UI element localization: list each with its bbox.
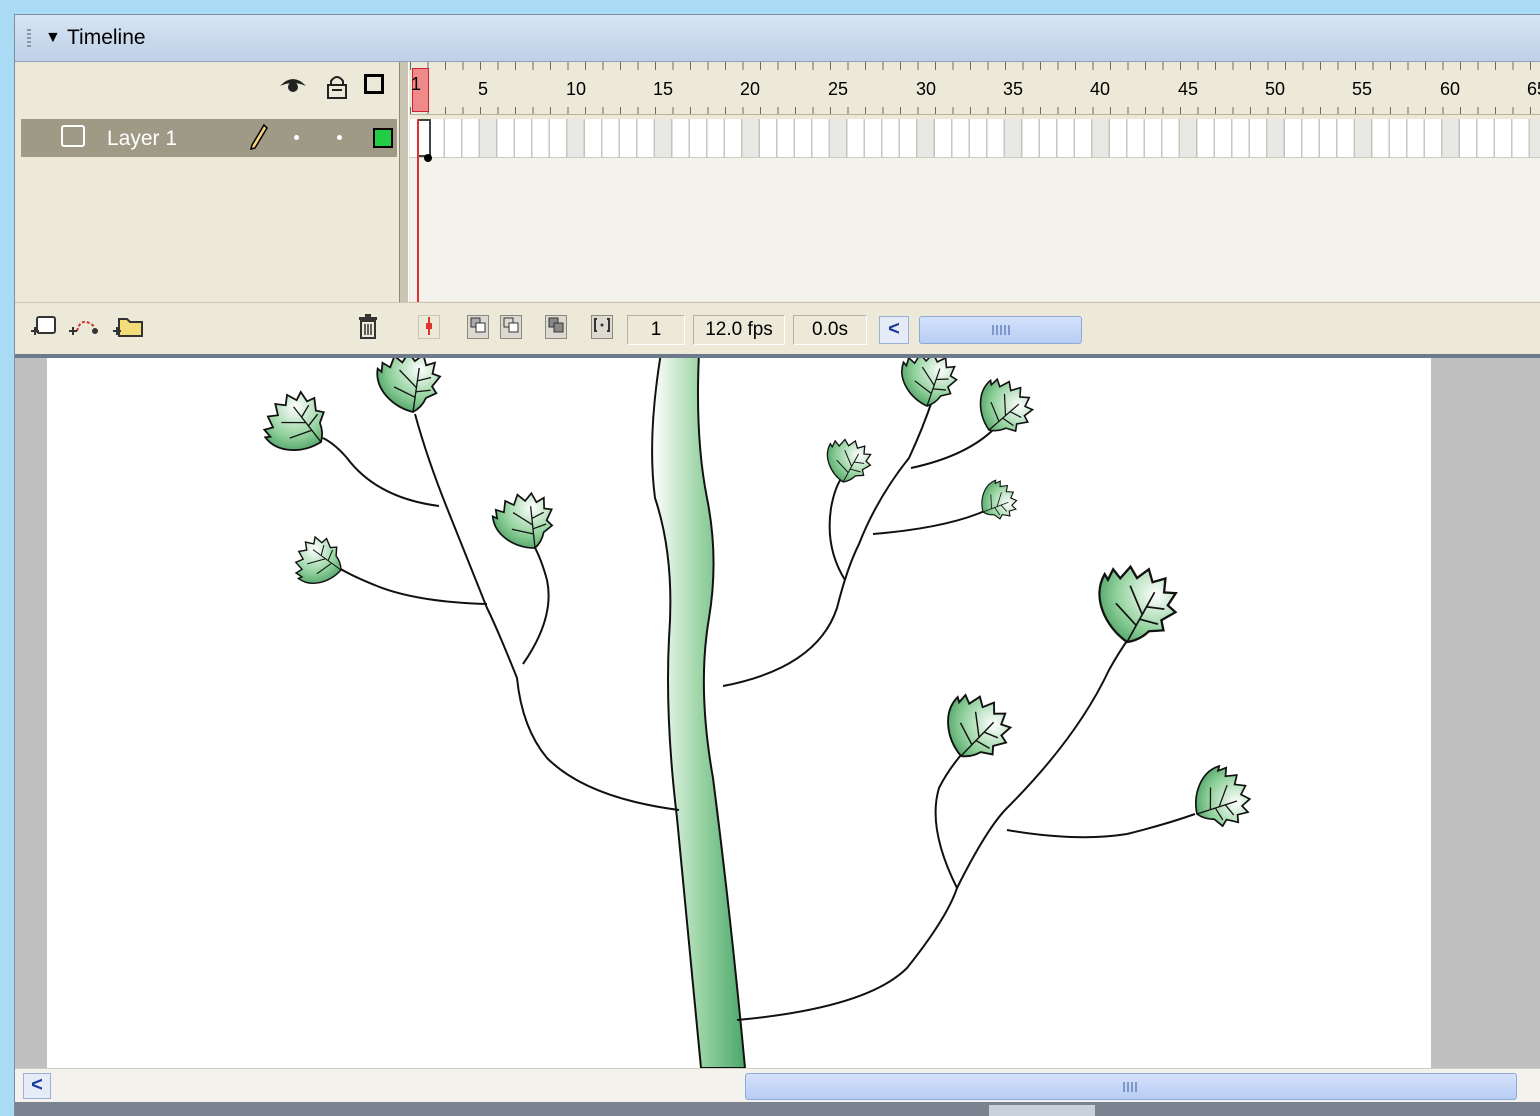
keyframe-1[interactable] (417, 119, 431, 157)
current-frame-field: 1 (627, 315, 685, 345)
ruler-label: 30 (915, 79, 937, 99)
ruler-label: 45 (1177, 79, 1199, 99)
panel-collapse-tab[interactable] (989, 1105, 1095, 1116)
keyframe-dot (424, 154, 432, 162)
ruler-label: 60 (1439, 79, 1461, 99)
layer-row[interactable]: Layer 1 (21, 119, 397, 157)
ruler-label: 5 (477, 79, 489, 99)
ruler-label: 15 (652, 79, 674, 99)
layer-icon (61, 125, 85, 147)
modify-onion-markers-icon[interactable] (591, 315, 613, 339)
stage-canvas[interactable] (47, 358, 1431, 1068)
timeline-window: ▼ Timeline Layer 1 1 5 10 15 20 25 30 35… (14, 14, 1540, 1116)
tree-drawing (253, 358, 1261, 1068)
pencil-icon (249, 123, 269, 158)
ruler-label: 65 (1526, 79, 1540, 99)
playhead-line[interactable] (417, 119, 419, 302)
frames-empty-area (410, 158, 1540, 301)
lock-dot[interactable] (337, 135, 342, 140)
ruler-label: 35 (1002, 79, 1024, 99)
onion-skin-icon[interactable] (467, 315, 489, 339)
ruler-label: 50 (1264, 79, 1286, 99)
ruler-label: 25 (827, 79, 849, 99)
timeline-scroll-left-button[interactable]: < (879, 316, 909, 344)
visibility-dot[interactable] (294, 135, 299, 140)
ruler-label: 55 (1351, 79, 1373, 99)
timeline-scroll-thumb[interactable] (919, 316, 1082, 344)
timeline-controls: 1 12.0 fps 0.0s < (15, 302, 1540, 355)
elapsed-time-field: 0.0s (793, 315, 867, 345)
eye-icon[interactable] (278, 74, 308, 102)
scroll-grip-icon (1123, 1082, 1137, 1092)
frame-row-layer-1[interactable] (410, 119, 1540, 158)
onion-skin-outlines-icon[interactable] (500, 315, 522, 339)
insert-folder-icon[interactable] (111, 313, 145, 345)
scroll-grip-icon (992, 325, 1010, 335)
frame-ruler[interactable]: 1 5 10 15 20 25 30 35 40 45 50 55 60 65 (410, 62, 1540, 115)
trash-icon[interactable] (355, 313, 381, 347)
scroll-left-button[interactable]: < (23, 1073, 51, 1099)
layer-name[interactable]: Layer 1 (107, 127, 177, 151)
ruler-label: 20 (739, 79, 761, 99)
panel-grip-icon[interactable] (27, 29, 31, 47)
edit-multiple-frames-icon[interactable] (545, 315, 567, 339)
outline-icon[interactable] (364, 74, 384, 94)
stage-horizontal-scrollbar[interactable]: < (15, 1068, 1540, 1103)
insert-layer-icon[interactable] (29, 313, 59, 345)
lock-icon[interactable] (325, 74, 349, 106)
frame-rate-field[interactable]: 12.0 fps (693, 315, 785, 345)
collapse-arrow-icon[interactable]: ▼ (45, 29, 61, 47)
layer-header (15, 62, 397, 114)
stage-scroll-thumb[interactable] (745, 1073, 1517, 1100)
ruler-ticks-top (410, 62, 1540, 70)
ruler-label: 10 (565, 79, 587, 99)
panel-title-bar[interactable]: ▼ Timeline (15, 15, 1540, 62)
ruler-ticks-bottom (410, 107, 1540, 114)
ruler-label: 40 (1089, 79, 1111, 99)
add-motion-guide-icon[interactable] (67, 313, 101, 345)
ruler-label: 1 (411, 74, 422, 94)
panel-title: Timeline (67, 26, 146, 49)
panel-footer (15, 1102, 1540, 1116)
center-frame-icon[interactable] (418, 315, 440, 339)
layer-outline-color-swatch[interactable] (373, 128, 393, 148)
